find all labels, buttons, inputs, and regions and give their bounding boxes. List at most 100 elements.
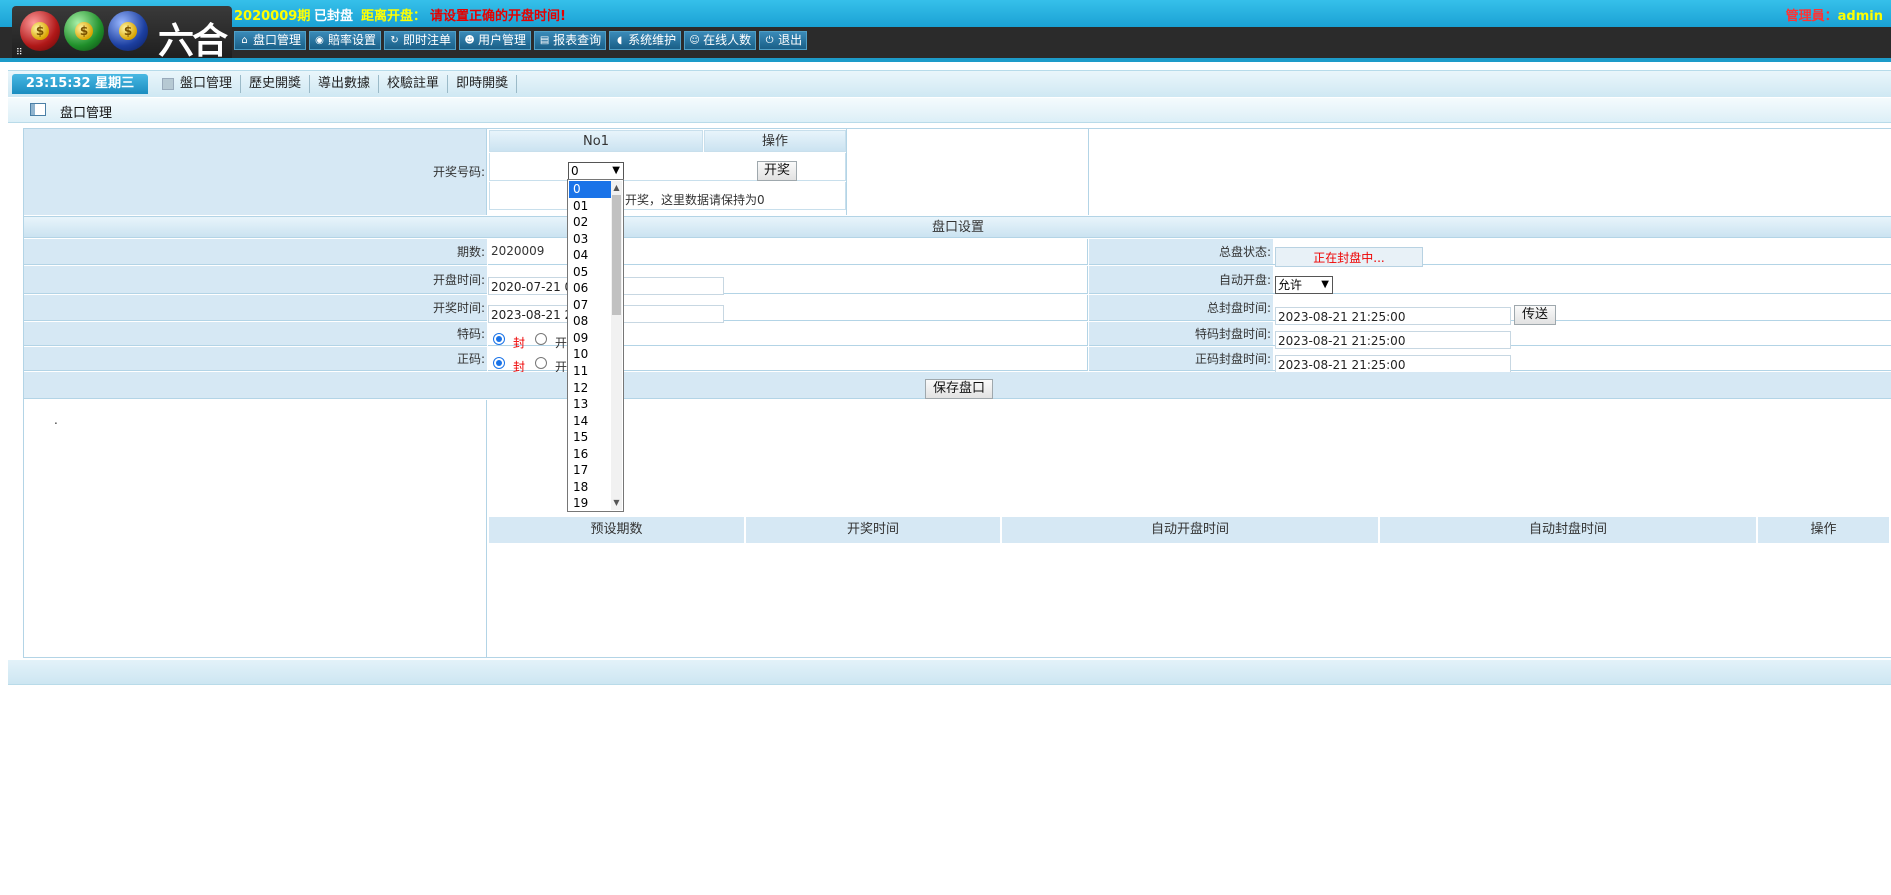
page-title: 盘口管理 (60, 106, 113, 121)
tab-label: 導出數據 (318, 76, 371, 91)
blue-ball-icon: $ (108, 11, 148, 51)
tab-label: 即時開獎 (456, 76, 509, 91)
scroll-down-icon[interactable]: ▼ (612, 498, 621, 508)
tab-live-draw[interactable]: 即時開獎 (448, 75, 518, 93)
report-icon: ▤ (539, 35, 550, 46)
nav-label: 在线人数 (703, 33, 752, 47)
status-badge: 正在封盘中... (1275, 247, 1423, 267)
nav-label: 賠率设置 (328, 33, 377, 47)
dropdown-option[interactable]: 07 (569, 297, 612, 314)
nav-label: 盘口管理 (253, 33, 302, 47)
draw-number-select[interactable]: 0 ▼ (568, 162, 624, 180)
normal-close-input[interactable]: 2023-08-21 21:25:00 (1275, 355, 1511, 373)
auto-open-cell (1273, 266, 1891, 294)
total-close-label: 总封盘时间: (1089, 295, 1273, 321)
admin-label: 管理員： (1785, 9, 1838, 24)
dropdown-option[interactable]: 17 (569, 462, 612, 479)
nav-live-bets[interactable]: ↻ 即时注单 (384, 31, 457, 50)
footer-bar (8, 660, 1891, 685)
nav-label: 系统维护 (628, 33, 677, 47)
coin-icon: $ (31, 22, 49, 40)
dropdown-option[interactable]: 13 (569, 396, 612, 413)
auto-open-select[interactable]: 允许 ▼ (1275, 276, 1333, 294)
auto-open-label: 自动开盘: (1089, 266, 1273, 294)
admin-name: admin (1837, 9, 1883, 24)
tab-handicap-management[interactable]: 盤口管理 (154, 75, 242, 93)
nav-report-query[interactable]: ▤ 报表查询 (534, 31, 607, 50)
dropdown-scrollbar[interactable]: ▲ ▼ (611, 181, 622, 510)
nav-system-maintenance[interactable]: ◖ 系统维护 (609, 31, 682, 50)
preset-dot: . (54, 413, 58, 427)
nav-label: 退出 (778, 33, 803, 47)
dropdown-option[interactable]: 04 (569, 247, 612, 264)
nav-odds-settings[interactable]: ◉ 賠率设置 (309, 31, 382, 50)
dropdown-option[interactable]: 06 (569, 280, 612, 297)
tab-bar: 23:15:32 星期三 盤口管理 歷史開獎 導出數據 校驗註單 即時開獎 (8, 70, 1891, 97)
dropdown-option[interactable]: 19 (569, 495, 612, 512)
coin-icon: $ (119, 22, 137, 40)
period-number: 2020009期 (234, 9, 311, 24)
special-open-radio[interactable] (535, 333, 547, 345)
dropdown-option[interactable]: 03 (569, 231, 612, 248)
admin-info: 管理員：admin (1786, 5, 1883, 24)
draw-number-label: 开奖号码: (432, 165, 485, 179)
dropdown-option[interactable]: 14 (569, 413, 612, 430)
draw-number-dropdown[interactable]: 0 01 02 03 04 05 06 07 08 09 10 11 12 13… (567, 179, 624, 512)
header-bottom-strip (0, 58, 1891, 62)
period-value: 2020009 (491, 244, 545, 258)
tabs: 盤口管理 歷史開獎 導出數據 校驗註單 即時開獎 (154, 75, 518, 93)
refresh-icon: ↻ (390, 35, 399, 46)
tab-label: 盤口管理 (180, 76, 233, 91)
green-ball-icon: $ (64, 11, 104, 51)
nav-user-management[interactable]: ☻ 用户管理 (459, 31, 532, 50)
dropdown-option[interactable]: 18 (569, 479, 612, 496)
preset-col-draw-time: 开奖时间 (746, 517, 1002, 543)
dropdown-option[interactable]: 09 (569, 330, 612, 347)
select-value: 允许 (1278, 278, 1303, 292)
tab-verify-bets[interactable]: 校驗註單 (379, 75, 449, 93)
normal-closed-radio[interactable] (493, 357, 505, 369)
countdown-message: 请设置正确的开盘时间! (430, 9, 566, 24)
nav-label: 用户管理 (478, 33, 527, 47)
dropdown-option[interactable]: 02 (569, 214, 612, 231)
dropdown-option[interactable]: 12 (569, 380, 612, 397)
period-label: 期数: (24, 239, 487, 265)
dropdown-option[interactable]: 11 (569, 363, 612, 380)
red-ball-icon: $ (20, 11, 60, 51)
scroll-up-icon[interactable]: ▲ (612, 183, 621, 193)
dropdown-option[interactable]: 15 (569, 429, 612, 446)
col-action: 操作 (704, 130, 846, 152)
normal-label: 正码: (24, 347, 487, 371)
nav-logout[interactable]: ⏻ 退出 (759, 31, 808, 50)
special-closed-radio[interactable] (493, 333, 505, 345)
dropdown-option[interactable]: 08 (569, 313, 612, 330)
power-icon: ⏻ (765, 35, 774, 46)
window-icon (30, 103, 46, 116)
draw-button[interactable]: 开奖 (757, 161, 797, 181)
draw-time-label: 开奖时间: (24, 295, 487, 321)
preset-header: 预设期数 开奖时间 自动开盘时间 自动封盘时间 操作 (489, 517, 1889, 543)
preset-col-auto-close: 自动封盘时间 (1380, 517, 1758, 543)
special-label: 特码: (24, 322, 487, 346)
dropdown-option[interactable]: 16 (569, 446, 612, 463)
nav-handicap-management[interactable]: ⌂ 盘口管理 (234, 31, 307, 50)
dropdown-option[interactable]: 01 (569, 198, 612, 215)
nav-online-users[interactable]: ☺ 在线人数 (684, 31, 757, 50)
square-icon (162, 78, 174, 90)
logo-text: 六合 (158, 20, 228, 62)
nav-label: 即时注单 (403, 33, 452, 47)
dropdown-option[interactable]: 0 (569, 181, 612, 198)
section-title: 盘口设置 (24, 216, 1891, 238)
preset-col-period: 预设期数 (489, 517, 746, 543)
dropdown-option[interactable]: 05 (569, 264, 612, 281)
top-nav: ⌂ 盘口管理 ◉ 賠率设置 ↻ 即时注单 ☻ 用户管理 ▤ 报表查询 ◖ 系统维护 ☺ 在线人… (234, 31, 808, 51)
top-header: $ $ $ 六合 ⠿ 2020009期 已封盘 距离开盘： 请设置正确的开盘时间… (0, 0, 1891, 62)
tab-export-data[interactable]: 導出數據 (310, 75, 380, 93)
save-button[interactable]: 保存盘口 (925, 379, 993, 399)
scrollbar-thumb[interactable] (612, 195, 621, 315)
chevron-down-icon: ▼ (612, 165, 620, 176)
circle-dot-icon: ◉ (315, 35, 324, 46)
dropdown-option[interactable]: 10 (569, 346, 612, 363)
normal-open-radio[interactable] (535, 357, 547, 369)
tab-draw-history[interactable]: 歷史開獎 (241, 75, 311, 93)
